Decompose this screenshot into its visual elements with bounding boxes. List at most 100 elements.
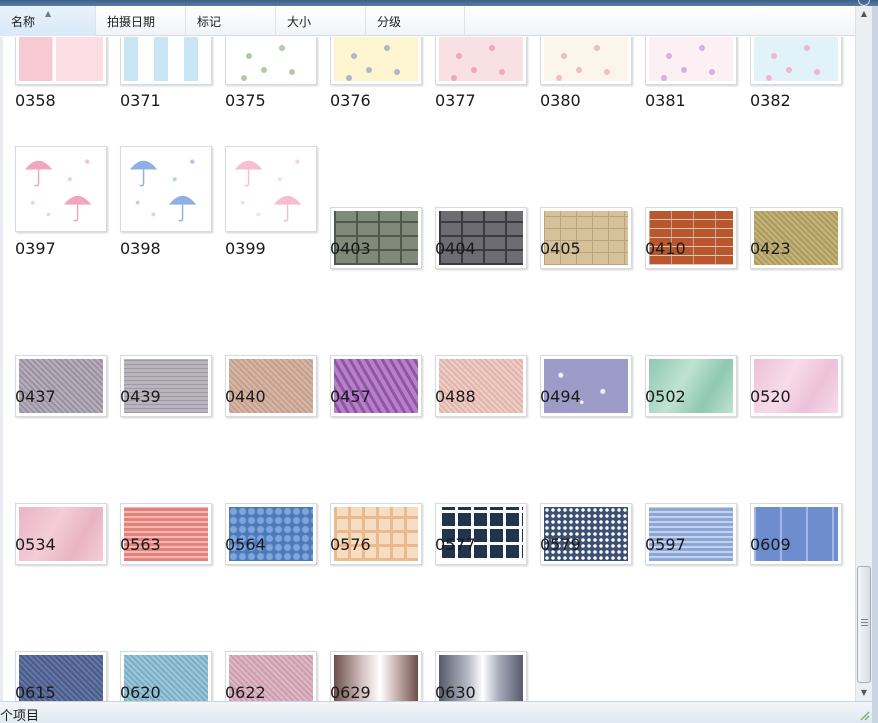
flower-icon xyxy=(365,67,372,73)
flower-icon xyxy=(289,69,296,75)
file-thumbnail[interactable] xyxy=(120,146,212,232)
file-name-label: 0423 xyxy=(750,239,791,258)
file-name-label: 0577 xyxy=(435,535,476,554)
navigation-pane-edge xyxy=(0,37,3,701)
file-thumbnail[interactable] xyxy=(540,37,632,85)
file-thumbnail[interactable] xyxy=(540,503,632,565)
file-thumbnail[interactable] xyxy=(540,355,632,417)
file-name-label: 0358 xyxy=(15,91,56,110)
file-thumbnail[interactable] xyxy=(330,503,422,565)
flower-icon xyxy=(260,67,267,73)
column-header-date-taken[interactable]: 拍摄日期 xyxy=(96,6,186,36)
file-thumbnail[interactable] xyxy=(225,503,317,565)
flower-icon xyxy=(785,67,792,73)
file-name-label: 0564 xyxy=(225,535,266,554)
file-thumbnail[interactable] xyxy=(540,207,632,269)
flower-icon xyxy=(245,53,252,59)
flower-icon xyxy=(680,67,687,73)
column-header-label: 标记 xyxy=(197,15,222,29)
file-view-area[interactable]: 0358 0371 0375 0376 0377 0380 0381 0382 0397 0398… xyxy=(0,37,855,701)
status-bar: 个项目 xyxy=(0,701,872,723)
file-name-label: 0520 xyxy=(750,387,791,406)
thumbnail-image xyxy=(19,150,103,228)
file-thumbnail[interactable] xyxy=(750,503,842,565)
flower-icon xyxy=(594,45,601,51)
flower-icon xyxy=(240,75,247,81)
umbrella-icon xyxy=(234,159,302,222)
file-name-label: 0534 xyxy=(15,535,56,554)
flower-icon xyxy=(450,75,457,81)
file-name-label: 0502 xyxy=(645,387,686,406)
flower-icon xyxy=(575,67,582,73)
column-header-label: 拍摄日期 xyxy=(107,15,156,29)
file-thumbnail[interactable] xyxy=(645,37,737,85)
file-name-label: 0376 xyxy=(330,91,371,110)
flower-icon xyxy=(770,53,777,59)
file-thumbnail[interactable] xyxy=(750,207,842,269)
scroll-grip-icon xyxy=(861,619,868,626)
scroll-down-button[interactable]: ▼ xyxy=(856,685,872,701)
flower-icon xyxy=(560,53,567,59)
file-thumbnail[interactable] xyxy=(15,503,107,565)
file-name-label: 0398 xyxy=(120,239,161,258)
vertical-scrollbar[interactable]: ▲ ▼ xyxy=(855,6,872,701)
file-thumbnail[interactable] xyxy=(435,355,527,417)
column-header-bar: ▲ 名称 拍摄日期 标记 大小 分级 xyxy=(0,6,855,36)
file-name-label: 0410 xyxy=(645,239,686,258)
file-thumbnail[interactable] xyxy=(15,355,107,417)
file-thumbnail[interactable] xyxy=(645,207,737,269)
file-thumbnail[interactable] xyxy=(330,37,422,85)
file-name-label: 0597 xyxy=(645,535,686,554)
thumbnail-image xyxy=(229,37,313,81)
flower-icon xyxy=(350,53,357,59)
thumbnail-image xyxy=(334,37,418,81)
scrollbar-thumb[interactable] xyxy=(857,566,871,683)
file-thumbnail[interactable] xyxy=(645,503,737,565)
flower-icon xyxy=(345,75,352,81)
file-name-label: 0382 xyxy=(750,91,791,110)
file-thumbnail[interactable] xyxy=(750,355,842,417)
column-header-label: 大小 xyxy=(287,15,312,29)
file-name-label: 0494 xyxy=(540,387,581,406)
file-name-label: 0630 xyxy=(435,683,476,701)
file-thumbnail[interactable] xyxy=(120,355,212,417)
column-header-rating[interactable]: 分级 xyxy=(366,6,465,36)
file-thumbnail[interactable] xyxy=(330,355,422,417)
file-name-label: 0615 xyxy=(15,683,56,701)
thumbnail-image xyxy=(124,37,208,81)
file-thumbnail[interactable] xyxy=(15,37,107,85)
scroll-up-button[interactable]: ▲ xyxy=(856,6,872,22)
file-thumbnail[interactable] xyxy=(750,37,842,85)
column-header-tags[interactable]: 标记 xyxy=(186,6,276,36)
file-name-label: 0620 xyxy=(120,683,161,701)
file-thumbnail[interactable] xyxy=(330,207,422,269)
resize-grip-icon[interactable] xyxy=(858,709,870,721)
column-header-size[interactable]: 大小 xyxy=(276,6,366,36)
file-thumbnail[interactable] xyxy=(225,37,317,85)
file-name-label: 0629 xyxy=(330,683,371,701)
file-thumbnail[interactable] xyxy=(120,503,212,565)
flower-icon xyxy=(660,75,667,81)
column-header-name[interactable]: ▲ 名称 xyxy=(0,6,96,36)
sort-ascending-icon: ▲ xyxy=(45,9,52,18)
file-name-label: 0375 xyxy=(225,91,266,110)
file-thumbnail[interactable] xyxy=(225,146,317,232)
column-header-label: 分级 xyxy=(377,15,402,29)
flower-icon xyxy=(394,69,401,75)
file-thumbnail[interactable] xyxy=(435,207,527,269)
file-name-label: 0399 xyxy=(225,239,266,258)
file-thumbnail[interactable] xyxy=(645,355,737,417)
file-name-label: 0397 xyxy=(15,239,56,258)
file-thumbnail[interactable] xyxy=(120,37,212,85)
file-thumbnail[interactable] xyxy=(15,146,107,232)
file-thumbnail[interactable] xyxy=(225,355,317,417)
file-name-label: 0405 xyxy=(540,239,581,258)
thumbnail-image xyxy=(649,37,733,81)
flower-icon xyxy=(814,69,821,75)
file-name-label: 0404 xyxy=(435,239,476,258)
thumbnail-image xyxy=(544,37,628,81)
window-border xyxy=(872,6,878,723)
column-header-label: 名称 xyxy=(11,15,36,29)
file-thumbnail[interactable] xyxy=(435,37,527,85)
file-thumbnail[interactable] xyxy=(435,503,527,565)
